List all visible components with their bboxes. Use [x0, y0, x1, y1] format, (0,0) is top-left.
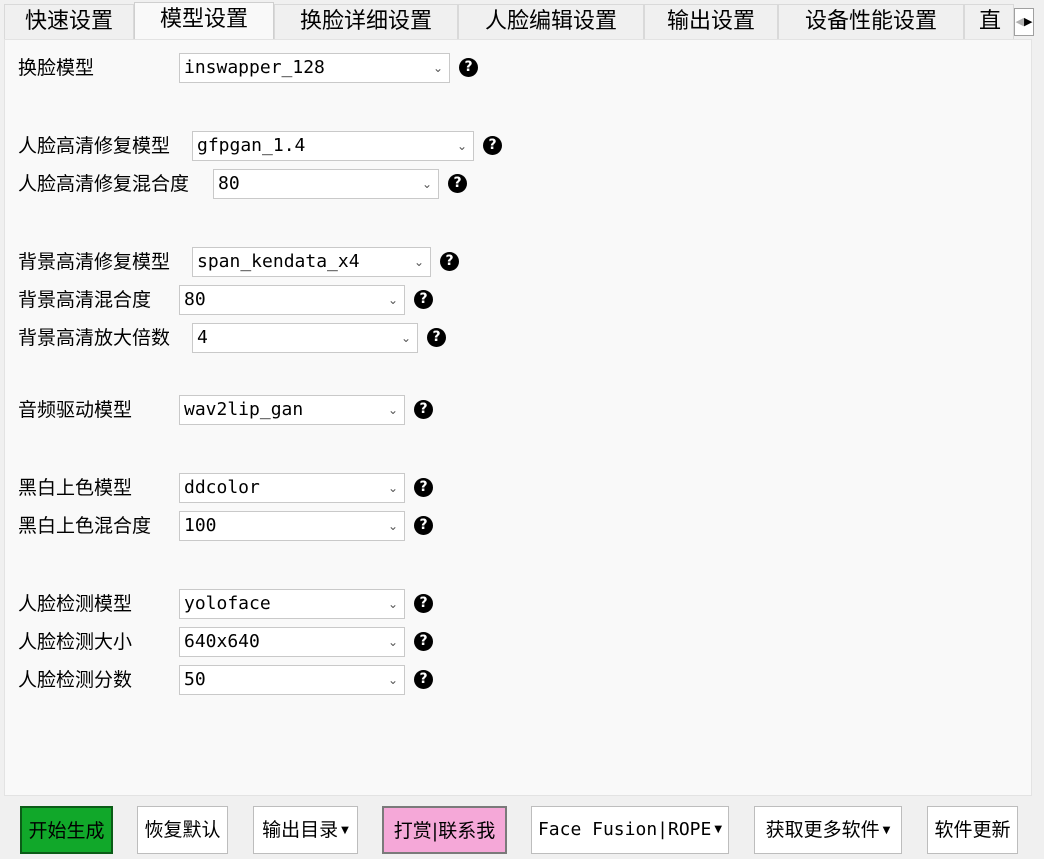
face-detector-size-label: 人脸检测大小 — [18, 631, 133, 653]
help-icon[interactable]: ? — [414, 478, 433, 497]
help-icon[interactable]: ? — [414, 400, 433, 419]
chevron-down-icon: ⌄ — [400, 331, 411, 345]
tab-quick-settings[interactable]: 快速设置 — [4, 4, 134, 40]
face-fusion-rope-label: Face Fusion|ROPE — [537, 819, 712, 840]
chevron-down-icon: ⌄ — [387, 293, 398, 307]
face-fusion-rope-button[interactable]: Face Fusion|ROPE ▼ — [531, 806, 729, 854]
colorizer-blend-label: 黑白上色混合度 — [18, 515, 152, 537]
face-detector-size-value: 640x640 — [184, 631, 260, 652]
lip-sync-model-label: 音频驱动模型 — [18, 399, 133, 421]
help-icon[interactable]: ? — [440, 252, 459, 271]
face-enhancer-blend-value: 80 — [218, 173, 240, 194]
chevron-down-icon: ⌄ — [387, 673, 398, 687]
help-icon[interactable]: ? — [459, 58, 478, 77]
more-software-button[interactable]: 获取更多软件 ▼ — [754, 806, 902, 854]
chevron-down-icon: ⌄ — [387, 519, 398, 533]
colorizer-blend-select[interactable]: 100 ⌄ — [179, 511, 405, 541]
face-enhancer-blend-label: 人脸高清修复混合度 — [18, 173, 190, 195]
chevron-down-icon: ⌄ — [456, 139, 467, 153]
software-update-button[interactable]: 软件更新 — [927, 806, 1018, 854]
help-icon[interactable]: ? — [414, 670, 433, 689]
tab-model-settings[interactable]: 模型设置 — [134, 2, 274, 40]
tab-output-settings[interactable]: 输出设置 — [644, 4, 778, 40]
face-detector-model-value: yoloface — [184, 593, 271, 614]
dropdown-caret-icon: ▼ — [341, 825, 349, 836]
help-icon[interactable]: ? — [427, 328, 446, 347]
face-swapper-model-select[interactable]: inswapper_128 ⌄ — [179, 53, 450, 83]
colorizer-model-select[interactable]: ddcolor ⌄ — [179, 473, 405, 503]
face-enhancer-model-value: gfpgan_1.4 — [197, 135, 306, 156]
colorizer-blend-value: 100 — [184, 515, 217, 536]
face-detector-score-label: 人脸检测分数 — [18, 669, 133, 691]
frame-enhancer-scale-value: 4 — [197, 327, 208, 348]
face-enhancer-model-label: 人脸高清修复模型 — [18, 135, 171, 157]
chevron-down-icon: ⌄ — [432, 61, 443, 75]
output-directory-button[interactable]: 输出目录 ▼ — [253, 806, 358, 854]
face-detector-size-select[interactable]: 640x640 ⌄ — [179, 627, 405, 657]
dropdown-caret-icon: ▼ — [714, 824, 723, 835]
face-detector-model-label: 人脸检测模型 — [18, 593, 133, 615]
tab-scroll-buttons[interactable]: ◀▶ — [1014, 8, 1034, 36]
frame-enhancer-scale-select[interactable]: 4 ⌄ — [192, 323, 418, 353]
face-enhancer-blend-select[interactable]: 80 ⌄ — [213, 169, 439, 199]
help-icon[interactable]: ? — [414, 290, 433, 309]
colorizer-model-value: ddcolor — [184, 477, 260, 498]
lip-sync-model-value: wav2lip_gan — [184, 399, 304, 420]
tab-bar: 快速设置 模型设置 换脸详细设置 人脸编辑设置 输出设置 设备性能设置 直 ◀▶ — [0, 0, 1044, 40]
help-icon[interactable]: ? — [448, 174, 467, 193]
frame-enhancer-model-label: 背景高清修复模型 — [18, 251, 171, 273]
colorizer-model-label: 黑白上色模型 — [18, 477, 133, 499]
face-detector-score-select[interactable]: 50 ⌄ — [179, 665, 405, 695]
lip-sync-model-select[interactable]: wav2lip_gan ⌄ — [179, 395, 405, 425]
face-swapper-model-value: inswapper_128 — [184, 57, 325, 78]
frame-enhancer-blend-select[interactable]: 80 ⌄ — [179, 285, 405, 315]
tab-truncated[interactable]: 直 — [964, 4, 1014, 40]
reset-defaults-button[interactable]: 恢复默认 — [137, 806, 228, 854]
help-icon[interactable]: ? — [414, 516, 433, 535]
chevron-down-icon: ⌄ — [413, 255, 424, 269]
chevron-down-icon: ⌄ — [421, 177, 432, 191]
tab-scroll-left-icon[interactable]: ◀ — [1016, 15, 1024, 28]
frame-enhancer-blend-label: 背景高清混合度 — [18, 289, 152, 311]
face-detector-model-select[interactable]: yoloface ⌄ — [179, 589, 405, 619]
tab-scroll-right-icon[interactable]: ▶ — [1024, 15, 1032, 28]
tab-face-swap-details[interactable]: 换脸详细设置 — [274, 4, 458, 40]
start-generate-button[interactable]: 开始生成 — [20, 806, 113, 854]
chevron-down-icon: ⌄ — [387, 403, 398, 417]
frame-enhancer-blend-value: 80 — [184, 289, 206, 310]
more-software-label: 获取更多软件 — [765, 819, 880, 841]
tab-device-performance[interactable]: 设备性能设置 — [778, 4, 964, 40]
chevron-down-icon: ⌄ — [387, 597, 398, 611]
bottom-action-bar: 开始生成 恢复默认 输出目录 ▼ 打赏|联系我 Face Fusion|ROPE ▼… — [0, 796, 1044, 859]
chevron-down-icon: ⌄ — [387, 481, 398, 495]
chevron-down-icon: ⌄ — [387, 635, 398, 649]
output-directory-label: 输出目录 — [262, 819, 339, 841]
help-icon[interactable]: ? — [414, 632, 433, 651]
frame-enhancer-model-value: span_kendata_x4 — [197, 251, 360, 272]
help-icon[interactable]: ? — [414, 594, 433, 613]
frame-enhancer-scale-label: 背景高清放大倍数 — [18, 327, 171, 349]
frame-enhancer-model-select[interactable]: span_kendata_x4 ⌄ — [192, 247, 431, 277]
donate-contact-button[interactable]: 打赏|联系我 — [382, 806, 507, 854]
face-swapper-model-label: 换脸模型 — [18, 57, 95, 79]
dropdown-caret-icon: ▼ — [882, 825, 891, 836]
face-enhancer-model-select[interactable]: gfpgan_1.4 ⌄ — [192, 131, 474, 161]
tab-face-edit-settings[interactable]: 人脸编辑设置 — [458, 4, 644, 40]
face-detector-score-value: 50 — [184, 669, 206, 690]
help-icon[interactable]: ? — [483, 136, 502, 155]
